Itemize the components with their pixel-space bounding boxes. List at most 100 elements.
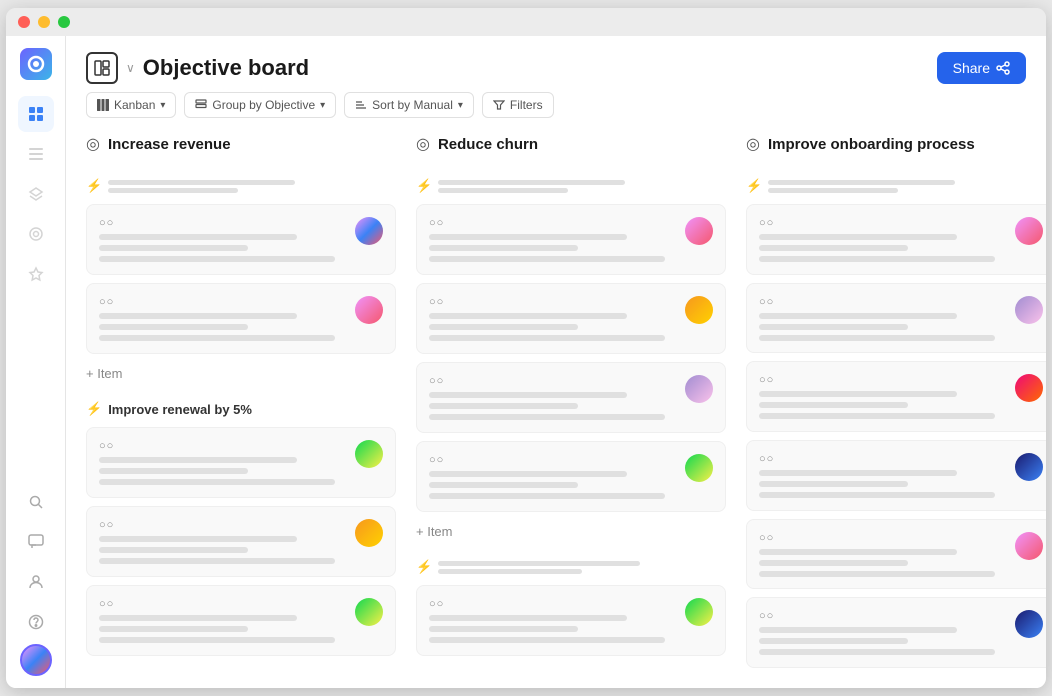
card-15[interactable]: ○○ [746,519,1046,590]
sidebar-user[interactable] [18,564,54,600]
lightning-icon-2a: ⚡ [416,178,432,194]
main-content: ∨ Objective board Share [66,36,1046,688]
card-1-dots: ○○ [99,217,347,229]
sidebar-item-star[interactable] [18,256,54,292]
title-bar [6,8,1046,36]
card-3-dots: ○○ [99,440,347,452]
lightning-icon-2b: ⚡ [416,559,432,575]
board-icon [86,52,118,84]
card-1-avatar [355,217,383,245]
card-7-dots: ○○ [429,296,677,308]
column-reduce-churn: ◎ Reduce churn ⚡ ○○ [416,130,726,668]
sort-button[interactable]: Sort by Manual ▾ [344,92,474,118]
card-15-dots: ○○ [759,532,1007,544]
app-body: ∨ Objective board Share [6,36,1046,688]
card-6[interactable]: ○○ [416,204,726,275]
card-11-content: ○○ [759,217,1007,262]
card-5-avatar [355,598,383,626]
card-9[interactable]: ○○ [416,441,726,512]
kanban-board: ◎ Increase revenue ⚡ ○○ [66,130,1046,688]
card-2[interactable]: ○○ [86,283,396,354]
card-13[interactable]: ○○ [746,361,1046,432]
maximize-button[interactable] [58,16,70,28]
card-9-content: ○○ [429,454,677,499]
card-4-line1 [99,536,297,542]
add-item-1a[interactable]: + Item [86,362,396,385]
card-14[interactable]: ○○ [746,440,1046,511]
card-12-content: ○○ [759,296,1007,341]
chevron-icon: ∨ [126,61,135,75]
card-5-dots: ○○ [99,598,347,610]
card-15-content: ○○ [759,532,1007,577]
subgroup-header-2b: ⚡ [416,555,726,577]
header-left: ∨ Objective board [86,52,309,84]
card-11-dots: ○○ [759,217,1007,229]
card-5[interactable]: ○○ [86,585,396,656]
share-button[interactable]: Share [937,52,1026,84]
user-avatar[interactable] [20,644,52,676]
sidebar-search[interactable] [18,484,54,520]
sidebar [6,36,66,688]
add-item-2a[interactable]: + Item [416,520,726,543]
card-13-content: ○○ [759,374,1007,419]
card-4[interactable]: ○○ [86,506,396,577]
subgroup-header-2a: ⚡ [416,174,726,196]
sidebar-item-list[interactable] [18,136,54,172]
subgroup-title-1b: Improve renewal by 5% [108,402,252,417]
card-1-line3 [99,256,335,262]
card-11[interactable]: ○○ [746,204,1046,275]
card-4-line3 [99,558,335,564]
page-title: Objective board [143,55,309,81]
card-16-avatar [1015,610,1043,638]
card-16[interactable]: ○○ [746,597,1046,668]
card-16-content: ○○ [759,610,1007,655]
column-header-2: ◎ Reduce churn [416,130,726,162]
card-2-avatar [355,296,383,324]
card-2-line2 [99,324,248,330]
card-1-line1 [99,234,297,240]
sidebar-item-board[interactable] [18,96,54,132]
card-5-line2 [99,626,248,632]
card-14-dots: ○○ [759,453,1007,465]
sidebar-chat[interactable] [18,524,54,560]
card-3-content: ○○ [99,440,347,485]
card-12-avatar [1015,296,1043,324]
kanban-view-button[interactable]: Kanban ▾ [86,92,176,118]
card-1[interactable]: ○○ [86,204,396,275]
sidebar-help[interactable] [18,604,54,640]
column-title-1: Increase revenue [108,136,231,153]
column-improve-onboarding: ◎ Improve onboarding process ⚡ [746,130,1046,668]
card-3[interactable]: ○○ [86,427,396,498]
card-13-avatar [1015,374,1043,402]
card-5-line3 [99,637,335,643]
lightning-icon-1b: ⚡ [86,401,102,417]
card-6-content: ○○ [429,217,677,262]
group-by-button[interactable]: Group by Objective ▾ [184,92,336,118]
app-logo[interactable] [20,48,52,80]
card-5-content: ○○ [99,598,347,643]
card-12[interactable]: ○○ [746,283,1046,354]
filter-button[interactable]: Filters [482,92,554,118]
subgroup-header-1b: ⚡ Improve renewal by 5% [86,397,396,419]
column-title-2: Reduce churn [438,136,538,153]
sort-label: Sort by Manual [372,98,453,112]
card-4-dots: ○○ [99,519,347,531]
card-10[interactable]: ○○ [416,585,726,656]
card-4-avatar [355,519,383,547]
minimize-button[interactable] [38,16,50,28]
lightning-icon-3a: ⚡ [746,178,762,194]
sidebar-item-layers[interactable] [18,176,54,212]
sidebar-item-circle[interactable] [18,216,54,252]
card-7[interactable]: ○○ [416,283,726,354]
objective-icon-2: ◎ [416,134,430,154]
card-2-line3 [99,335,335,341]
card-7-content: ○○ [429,296,677,341]
card-12-dots: ○○ [759,296,1007,308]
card-8[interactable]: ○○ [416,362,726,433]
card-1-line2 [99,245,248,251]
close-button[interactable] [18,16,30,28]
filter-label: Filters [510,98,543,112]
card-3-line3 [99,479,335,485]
card-6-avatar [685,217,713,245]
card-10-dots: ○○ [429,598,677,610]
